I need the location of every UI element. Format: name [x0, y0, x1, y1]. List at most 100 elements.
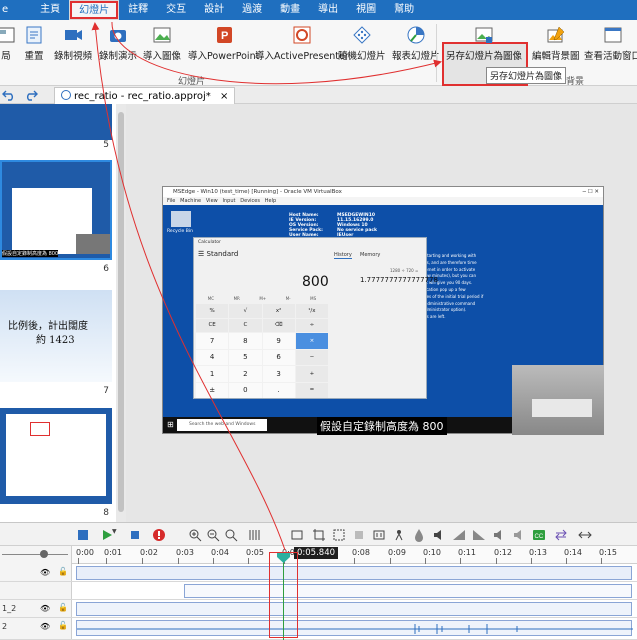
- sync-icon[interactable]: [554, 528, 568, 542]
- lock-icon[interactable]: 🔓: [58, 567, 68, 576]
- zoom-slider-thumb[interactable]: [40, 550, 48, 558]
- fade-in-icon[interactable]: [452, 528, 466, 542]
- layout-button[interactable]: 局: [0, 24, 16, 74]
- lock-icon[interactable]: 🔓: [58, 621, 68, 630]
- menu-animation[interactable]: 動畫: [271, 0, 309, 20]
- menu-design[interactable]: 設計: [195, 0, 233, 20]
- audio-adjust-icon[interactable]: [492, 528, 506, 542]
- play-dropdown-icon[interactable]: ▼: [112, 528, 126, 542]
- history-result[interactable]: 1.7777777777777778: [360, 276, 438, 284]
- calculator-key[interactable]: 1: [196, 366, 229, 382]
- slides-scrollbar[interactable]: [116, 104, 126, 522]
- record-icon[interactable]: [152, 528, 166, 542]
- blur-icon[interactable]: [412, 528, 426, 542]
- calculator-key[interactable]: 8: [229, 333, 262, 349]
- timeline-clip[interactable]: [76, 602, 632, 616]
- select-range-icon[interactable]: [76, 528, 90, 542]
- windows-start-icon[interactable]: ⊞: [167, 420, 174, 429]
- audio-icon[interactable]: [432, 528, 446, 542]
- calculator-key[interactable]: =: [295, 382, 328, 398]
- audio-waveform-clip[interactable]: [76, 620, 633, 636]
- slide-thumbnail-7[interactable]: 比例後，計出闊度 約 1423: [0, 290, 112, 382]
- calculator-key[interactable]: C: [229, 318, 262, 332]
- report-slide-button[interactable]: 報表幻燈片: [392, 24, 440, 74]
- calculator-key[interactable]: CE: [196, 318, 229, 332]
- vbox-window[interactable]: MSEdge - Win10 (test_time) [Running] - O…: [162, 186, 604, 435]
- menu-help[interactable]: 幫助: [385, 0, 423, 20]
- menu-home[interactable]: 主頁: [31, 0, 69, 20]
- record-demo-button[interactable]: 錄制演示: [99, 24, 137, 74]
- vbox-window-controls[interactable]: ─ ☐ ✕: [583, 187, 599, 197]
- freeze-frame-icon[interactable]: [372, 528, 386, 542]
- insert-time-icon[interactable]: [290, 528, 304, 542]
- fit-timeline-icon[interactable]: [578, 528, 592, 542]
- calculator-key[interactable]: 4: [196, 349, 229, 365]
- visibility-icon[interactable]: 👁: [40, 568, 50, 577]
- calculator-key[interactable]: −: [295, 349, 328, 365]
- cut-icon[interactable]: [332, 528, 346, 542]
- calculator-key[interactable]: 0: [229, 382, 262, 398]
- taskbar-search-box[interactable]: Search the web and Windows: [177, 419, 267, 431]
- calculator-key[interactable]: ×: [295, 333, 328, 349]
- visibility-icon[interactable]: 👁: [40, 604, 50, 613]
- timeline-clip[interactable]: [76, 566, 632, 580]
- calculator-key[interactable]: 7: [196, 333, 229, 349]
- caption-overlay[interactable]: 假設自定錄制高度為 800: [317, 417, 447, 435]
- memory-store-button[interactable]: MS: [310, 296, 316, 301]
- timeline-clip[interactable]: [184, 584, 632, 598]
- vbox-menu-machine[interactable]: Machine: [180, 198, 201, 204]
- calculator-key[interactable]: √: [229, 304, 262, 318]
- record-video-button[interactable]: 錄制視頻: [54, 24, 92, 74]
- tab-history[interactable]: History: [334, 252, 352, 259]
- calculator-key[interactable]: ±: [196, 382, 229, 398]
- vbox-menu-view[interactable]: View: [206, 198, 218, 204]
- timeline-track-3[interactable]: 1_2 👁 🔓: [0, 600, 637, 618]
- undo-icon[interactable]: [2, 89, 16, 104]
- zoom-slider-track[interactable]: [2, 554, 68, 555]
- view-active-window-button[interactable]: 查看活動窗口: [584, 24, 637, 74]
- vbox-menu-input[interactable]: Input: [223, 198, 236, 204]
- vbox-menu-file[interactable]: File: [167, 198, 175, 204]
- import-activepresenter-button[interactable]: 導入ActivePresenter: [255, 24, 349, 74]
- random-slide-button[interactable]: 隨機幻燈片: [338, 24, 386, 74]
- zoom-in-icon[interactable]: [188, 528, 202, 542]
- lock-icon[interactable]: 🔓: [58, 603, 68, 612]
- fade-out-icon[interactable]: [472, 528, 486, 542]
- crop-icon[interactable]: [312, 528, 326, 542]
- speed-icon[interactable]: [392, 528, 406, 542]
- calculator-key[interactable]: 5: [229, 349, 262, 365]
- import-image-button[interactable]: 導入圖像: [143, 24, 181, 74]
- slide-thumbnail-8[interactable]: [0, 408, 112, 504]
- calculator-key[interactable]: %: [196, 304, 229, 318]
- zoom-out-icon[interactable]: [206, 528, 220, 542]
- calculator-window[interactable]: Calculator ☰ Standard History Memory 800…: [193, 237, 438, 399]
- calculator-mode[interactable]: ☰ Standard: [198, 250, 238, 258]
- memory-add-button[interactable]: M+: [259, 296, 266, 301]
- slide-thumbnail-6[interactable]: 假設自定錄制高度為 800: [0, 160, 112, 260]
- menu-view[interactable]: 視圖: [347, 0, 385, 20]
- reset-button[interactable]: 重置: [24, 24, 44, 74]
- tab-rec-ratio[interactable]: rec_ratio - rec_ratio.approj* ×: [54, 87, 236, 104]
- vbox-menu-devices[interactable]: Devices: [240, 198, 260, 204]
- menu-slides[interactable]: 幻燈片: [69, 0, 120, 20]
- stop-icon[interactable]: [128, 528, 142, 542]
- timeline-track-1[interactable]: 👁 🔓: [0, 564, 637, 582]
- calculator-key[interactable]: x²: [262, 304, 295, 318]
- noise-icon[interactable]: [512, 528, 526, 542]
- calculator-key[interactable]: 2: [229, 366, 262, 382]
- redo-icon[interactable]: [24, 89, 38, 104]
- slide-canvas[interactable]: MSEdge - Win10 (test_time) [Running] - O…: [126, 104, 637, 522]
- menu-transition[interactable]: 過渡: [233, 0, 271, 20]
- split-icon[interactable]: [248, 528, 262, 542]
- close-tab-icon[interactable]: ×: [220, 91, 228, 102]
- calculator-key[interactable]: ⌫: [262, 318, 295, 332]
- memory-recall-button[interactable]: MR: [234, 296, 240, 301]
- calculator-key[interactable]: ÷: [295, 318, 328, 332]
- calculator-key[interactable]: ¹/x: [295, 304, 328, 318]
- memory-subtract-button[interactable]: M-: [286, 296, 291, 301]
- zoom-fit-icon[interactable]: [224, 528, 238, 542]
- menu-fragment-left[interactable]: e: [0, 0, 18, 20]
- calculator-key[interactable]: 6: [262, 349, 295, 365]
- visibility-icon[interactable]: 👁: [40, 622, 50, 631]
- timeline-track-2[interactable]: [0, 582, 637, 600]
